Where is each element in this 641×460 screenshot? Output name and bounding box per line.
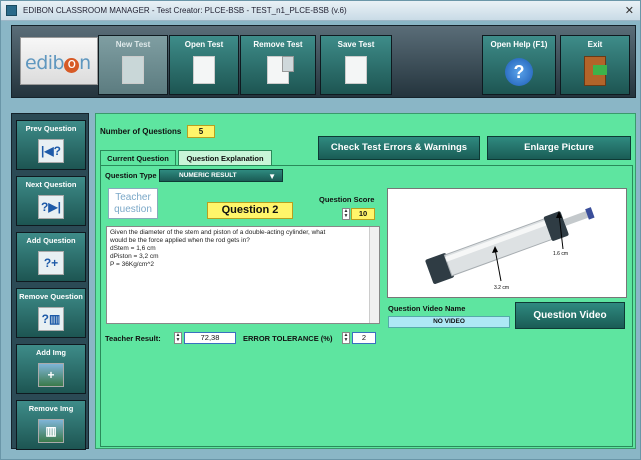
teacher-result-spinner[interactable]: ▲ ▼ xyxy=(174,332,182,344)
sidebar: Prev Question |◀? Next Question ?▶| Add … xyxy=(11,113,89,450)
open-help-button[interactable]: Open Help (F1) ? xyxy=(482,35,556,95)
remove-test-button[interactable]: Remove Test xyxy=(240,35,316,95)
question-text-line: dPiston = 3,2 cm xyxy=(110,253,159,260)
add-image-icon: + xyxy=(38,363,64,387)
prev-question-label: Prev Question xyxy=(25,124,77,133)
next-question-label: Next Question xyxy=(25,180,77,189)
teacher-result-input[interactable]: 72,38 xyxy=(184,332,236,344)
question-text-area[interactable]: Given the diameter of the stem and pisto… xyxy=(106,226,380,324)
toolbar: edib o n New Test Open Test Remove Test Sa… xyxy=(11,25,636,98)
score-spinner[interactable]: ▲ ▼ xyxy=(342,208,350,220)
num-questions-value: 5 xyxy=(187,125,215,138)
new-test-label: New Test xyxy=(115,40,151,49)
enlarge-picture-button[interactable]: Enlarge Picture xyxy=(487,136,631,160)
new-test-button[interactable]: New Test xyxy=(98,35,168,95)
tab-question-explanation[interactable]: Question Explanation xyxy=(178,150,272,165)
teacher-result-label: Teacher Result: xyxy=(105,334,161,343)
remove-question-icon: ?▥ xyxy=(38,307,64,331)
save-document-icon xyxy=(345,56,367,84)
num-questions-label: Number of Questions xyxy=(100,127,182,136)
pneumatic-cylinder-image xyxy=(425,207,595,284)
remove-test-label: Remove Test xyxy=(253,40,303,49)
question-picture: 1.6 cm 3.2 cm xyxy=(387,188,627,298)
question-text-line: would be the force applied when the rod … xyxy=(110,237,250,244)
add-question-icon: ?+ xyxy=(38,251,64,275)
remove-question-label: Remove Question xyxy=(19,292,83,301)
open-test-button[interactable]: Open Test xyxy=(169,35,239,95)
piston-diameter-label: 3.2 cm xyxy=(494,285,510,291)
stem-diameter-label: 1.6 cm xyxy=(553,251,569,257)
prev-question-button[interactable]: Prev Question |◀? xyxy=(16,120,86,170)
prev-question-icon: |◀? xyxy=(38,139,64,163)
window-title: EDIBON CLASSROOM MANAGER - Test Creator:… xyxy=(23,6,347,15)
add-img-label: Add Img xyxy=(36,348,66,357)
question-score-label: Question Score xyxy=(319,195,375,204)
question-text-line: Given the diameter of the stem and pisto… xyxy=(110,229,326,236)
teacher-question-label: Teacher question xyxy=(108,188,158,219)
question-type-label: Question Type xyxy=(105,171,157,180)
question-panel: Question Type NUMERIC RESULT ▼ Teacher q… xyxy=(100,165,633,447)
exit-button[interactable]: Exit xyxy=(560,35,630,95)
chevron-down-icon: ▼ xyxy=(268,172,276,181)
question-video-name-label: Question Video Name xyxy=(388,304,466,313)
open-document-icon xyxy=(193,56,215,84)
next-question-button[interactable]: Next Question ?▶| xyxy=(16,176,86,226)
close-icon[interactable]: ✕ xyxy=(625,4,634,17)
question-text-scrollbar[interactable] xyxy=(369,227,379,323)
remove-img-button[interactable]: Remove Img ▥ xyxy=(16,400,86,450)
check-errors-button[interactable]: Check Test Errors & Warnings xyxy=(318,136,480,160)
exit-label: Exit xyxy=(587,40,603,49)
remove-img-label: Remove Img xyxy=(28,404,74,413)
open-test-label: Open Test xyxy=(184,40,224,49)
question-number: Question 2 xyxy=(207,202,293,219)
save-test-button[interactable]: Save Test xyxy=(320,35,392,95)
next-question-icon: ?▶| xyxy=(38,195,64,219)
title-bar: EDIBON CLASSROOM MANAGER - Test Creator:… xyxy=(1,1,640,21)
question-score-value[interactable]: 10 xyxy=(351,208,375,220)
remove-question-button[interactable]: Remove Question ?▥ xyxy=(16,288,86,338)
question-text-line: dStem = 1,6 cm xyxy=(110,245,156,252)
question-video-name-value: NO VIDEO xyxy=(388,316,510,328)
tab-current-question[interactable]: Current Question xyxy=(100,150,176,165)
add-img-button[interactable]: Add Img + xyxy=(16,344,86,394)
edibon-logo: edib o n xyxy=(20,37,98,85)
question-video-button[interactable]: Question Video xyxy=(515,302,625,329)
question-text-line: P = 36Kg/cm^2 xyxy=(110,261,154,268)
open-help-label: Open Help (F1) xyxy=(490,40,548,49)
exit-door-icon xyxy=(584,56,607,86)
question-type-value: NUMERIC RESULT xyxy=(179,172,237,179)
question-type-select[interactable]: NUMERIC RESULT ▼ xyxy=(159,169,283,182)
remove-image-icon: ▥ xyxy=(38,419,64,443)
help-icon: ? xyxy=(505,58,533,86)
error-tolerance-label: ERROR TOLERANCE (%) xyxy=(243,334,333,343)
app-icon xyxy=(6,5,17,16)
main-area: Number of Questions 5 Check Test Errors … xyxy=(95,113,636,449)
error-tolerance-input[interactable]: 2 xyxy=(352,332,376,344)
save-test-label: Save Test xyxy=(337,40,375,49)
add-question-label: Add Question xyxy=(26,236,76,245)
new-document-icon xyxy=(122,56,144,84)
add-question-button[interactable]: Add Question ?+ xyxy=(16,232,86,282)
app-window: EDIBON CLASSROOM MANAGER - Test Creator:… xyxy=(0,0,641,460)
trash-icon xyxy=(282,56,294,72)
error-tolerance-spinner[interactable]: ▲ ▼ xyxy=(342,332,350,344)
